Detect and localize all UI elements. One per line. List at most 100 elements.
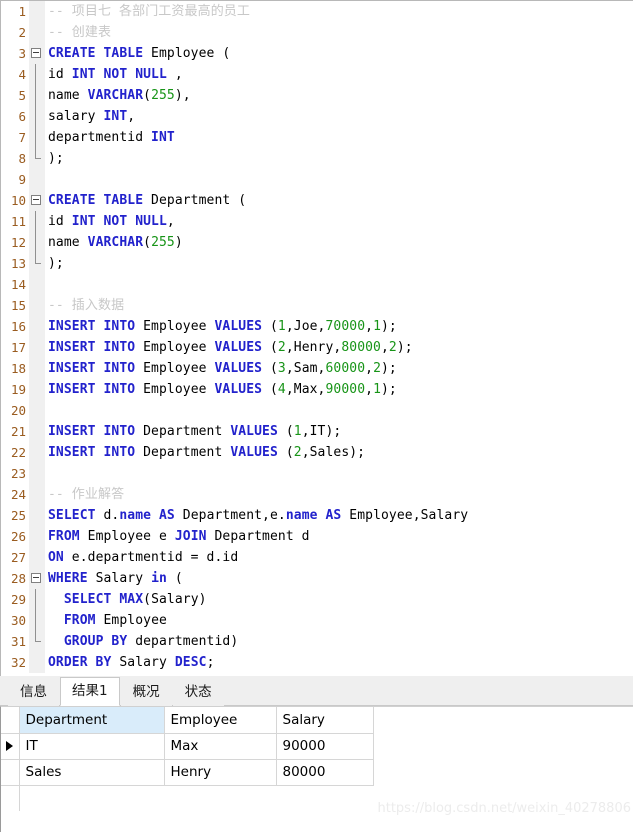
column-header-salary[interactable]: Salary xyxy=(276,707,374,734)
table-row[interactable]: IT Max 90000 xyxy=(1,733,374,760)
code-line[interactable]: 6 salary INT, xyxy=(1,106,633,127)
tab-result1[interactable]: 结果1 xyxy=(60,677,120,706)
code-line[interactable]: 21 INSERT INTO Department VALUES (1,IT); xyxy=(1,421,633,442)
code-line-text[interactable]: INSERT INTO Employee VALUES (3,Sam,60000… xyxy=(45,358,397,379)
code-area[interactable]: 1 -- 项目七 各部门工资最高的员工 2 -- 创建表 3 CREATE TABLE E… xyxy=(1,1,633,676)
code-line[interactable]: 12 name VARCHAR(255) xyxy=(1,232,633,253)
code-token-num: 2 xyxy=(293,445,302,460)
code-line[interactable]: 11 id INT NOT NULL, xyxy=(1,211,633,232)
code-line-text[interactable]: SELECT d.name AS Department,e.name AS Em… xyxy=(45,505,468,526)
code-line-text[interactable]: ORDER BY Salary DESC; xyxy=(45,652,215,673)
row-selector[interactable] xyxy=(1,759,20,786)
code-token-kw: VALUES xyxy=(230,445,278,460)
code-line-text[interactable]: WHERE Salary in ( xyxy=(45,568,183,589)
code-line[interactable]: 16 INSERT INTO Employee VALUES (1,Joe,700… xyxy=(1,316,633,337)
line-number: 18 xyxy=(1,358,29,379)
code-line[interactable]: 3 CREATE TABLE Employee ( xyxy=(1,43,633,64)
column-header-department[interactable]: Department xyxy=(19,707,165,734)
cell-salary[interactable]: 80000 xyxy=(276,759,374,786)
tab-status[interactable]: 状态 xyxy=(172,678,224,706)
code-line-text[interactable]: CREATE TABLE Department ( xyxy=(45,190,246,211)
code-line-text[interactable] xyxy=(45,463,56,484)
code-line[interactable]: 5 name VARCHAR(255), xyxy=(1,85,633,106)
code-line[interactable]: 13); xyxy=(1,253,633,274)
code-line[interactable]: 14 xyxy=(1,274,633,295)
code-line-text[interactable] xyxy=(45,274,56,295)
code-line[interactable]: 15 -- 插入数据 xyxy=(1,295,633,316)
code-line-text[interactable]: FROM Employee xyxy=(45,610,167,631)
code-line[interactable]: 27 ON e.departmentid = d.id xyxy=(1,547,633,568)
code-line[interactable]: 7 departmentid INT xyxy=(1,127,633,148)
code-line-text[interactable]: ON e.departmentid = d.id xyxy=(45,547,238,568)
code-line-text[interactable]: INSERT INTO Employee VALUES (4,Max,90000… xyxy=(45,379,397,400)
tab-profile[interactable]: 概况 xyxy=(120,678,172,706)
fold-minus-icon[interactable] xyxy=(31,573,41,583)
code-line[interactable]: 30 FROM Employee xyxy=(1,610,633,631)
code-line-text[interactable]: INSERT INTO Department VALUES (2,Sales); xyxy=(45,442,365,463)
code-line[interactable]: 2 -- 创建表 xyxy=(1,22,633,43)
code-line-text[interactable]: FROM Employee e JOIN Department d xyxy=(45,526,310,547)
code-line-text[interactable]: -- 作业解答 xyxy=(45,484,124,505)
code-line[interactable]: 32 ORDER BY Salary DESC; xyxy=(1,652,633,673)
code-line-text[interactable]: id INT NOT NULL, xyxy=(45,211,175,232)
code-line-text[interactable]: ); xyxy=(45,148,64,169)
code-line-text[interactable] xyxy=(45,169,56,190)
code-line-text[interactable]: INSERT INTO Employee VALUES (2,Henry,800… xyxy=(45,337,413,358)
row-header-corner[interactable] xyxy=(1,707,20,734)
tab-info[interactable]: 信息 xyxy=(8,678,59,706)
code-line-text[interactable]: departmentid INT xyxy=(45,127,175,148)
code-line-text[interactable]: -- 创建表 xyxy=(45,22,111,43)
code-line[interactable]: 20 xyxy=(1,400,633,421)
code-line[interactable]: 22 INSERT INTO Department VALUES (2,Sales… xyxy=(1,442,633,463)
table-row[interactable]: Sales Henry 80000 xyxy=(1,759,374,786)
code-line-text[interactable] xyxy=(45,400,56,421)
code-line-text[interactable]: id INT NOT NULL , xyxy=(45,64,183,85)
fold-line-icon xyxy=(35,85,36,106)
code-line-text[interactable]: salary INT, xyxy=(45,106,135,127)
code-line[interactable]: 8); xyxy=(1,148,633,169)
code-line[interactable]: 24 -- 作业解答 xyxy=(1,484,633,505)
results-tabstrip[interactable]: 信息 结果1 概况 状态 xyxy=(0,676,633,706)
result-grid-container[interactable]: Department Employee Salary IT Max 90000 Sales… xyxy=(0,706,633,832)
fold-toggle-icon[interactable] xyxy=(29,190,45,211)
code-line[interactable]: 25 SELECT d.name AS Department,e.name AS … xyxy=(1,505,633,526)
code-line[interactable]: 18 INSERT INTO Employee VALUES (3,Sam,600… xyxy=(1,358,633,379)
fold-minus-icon[interactable] xyxy=(31,195,41,205)
cell-employee[interactable]: Henry xyxy=(164,759,277,786)
code-line-text[interactable]: INSERT INTO Employee VALUES (1,Joe,70000… xyxy=(45,316,397,337)
code-line[interactable]: 29 SELECT MAX(Salary) xyxy=(1,589,633,610)
code-line-text[interactable]: INSERT INTO Department VALUES (1,IT); xyxy=(45,421,341,442)
code-line[interactable]: 1 -- 项目七 各部门工资最高的员工 xyxy=(1,1,633,22)
cell-department[interactable]: Sales xyxy=(19,759,165,786)
code-line-text[interactable]: name VARCHAR(255), xyxy=(45,85,191,106)
cell-department[interactable]: IT xyxy=(19,733,165,760)
code-line-text[interactable]: SELECT MAX(Salary) xyxy=(45,589,207,610)
code-line[interactable]: 9 xyxy=(1,169,633,190)
code-line-text[interactable]: -- 插入数据 xyxy=(45,295,124,316)
column-header-employee[interactable]: Employee xyxy=(164,707,277,734)
result-grid-body[interactable]: IT Max 90000 Sales Henry 80000 xyxy=(1,733,374,811)
fold-toggle-icon[interactable] xyxy=(29,43,45,64)
result-grid[interactable]: Department Employee Salary IT Max 90000 Sales… xyxy=(1,707,374,811)
code-line-text[interactable]: GROUP BY departmentid) xyxy=(45,631,238,652)
code-line[interactable]: 31 GROUP BY departmentid) xyxy=(1,631,633,652)
row-selector-current[interactable] xyxy=(1,733,20,760)
code-line[interactable]: 26 FROM Employee e JOIN Department d xyxy=(1,526,633,547)
code-line-text[interactable]: ); xyxy=(45,253,64,274)
sql-editor-pane[interactable]: 1 -- 项目七 各部门工资最高的员工 2 -- 创建表 3 CREATE TABLE E… xyxy=(0,0,633,676)
code-line[interactable]: 28 WHERE Salary in ( xyxy=(1,568,633,589)
code-token-cmt: -- 创建表 xyxy=(48,25,112,40)
cell-salary[interactable]: 90000 xyxy=(276,733,374,760)
fold-toggle-icon[interactable] xyxy=(29,568,45,589)
code-line[interactable]: 10 CREATE TABLE Department ( xyxy=(1,190,633,211)
code-line[interactable]: 23 xyxy=(1,463,633,484)
code-token-pl: Employee,Salary xyxy=(341,508,469,523)
code-line[interactable]: 17 INSERT INTO Employee VALUES (2,Henry,8… xyxy=(1,337,633,358)
code-line-text[interactable]: -- 项目七 各部门工资最高的员工 xyxy=(45,1,250,22)
cell-employee[interactable]: Max xyxy=(164,733,277,760)
code-line-text[interactable]: name VARCHAR(255) xyxy=(45,232,183,253)
fold-minus-icon[interactable] xyxy=(31,48,41,58)
code-line-text[interactable]: CREATE TABLE Employee ( xyxy=(45,43,230,64)
code-line[interactable]: 19 INSERT INTO Employee VALUES (4,Max,900… xyxy=(1,379,633,400)
code-line[interactable]: 4 id INT NOT NULL , xyxy=(1,64,633,85)
